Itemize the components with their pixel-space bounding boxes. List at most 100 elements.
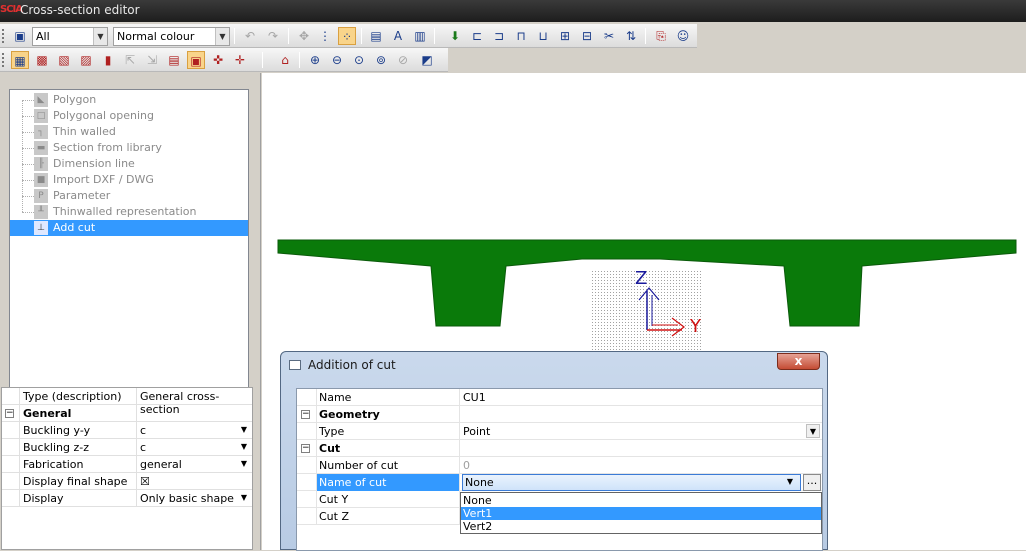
toolbar-grip[interactable]: [2, 53, 5, 67]
section-tool-6-icon[interactable]: ⊟: [578, 27, 596, 45]
pane-splitter[interactable]: [257, 73, 261, 550]
section-tool-7-icon[interactable]: ⇅: [622, 27, 640, 45]
zoom-all-icon[interactable]: ⊚: [372, 51, 390, 69]
chevron-down-icon[interactable]: ▼: [806, 424, 820, 438]
zoom-in-icon[interactable]: ⊕: [306, 51, 324, 69]
property-row-name-of-cut[interactable]: Name of cut None ▼ ...: [297, 474, 822, 491]
section-tool-2-icon[interactable]: ⊐: [490, 27, 508, 45]
name-input[interactable]: CU1: [461, 389, 822, 406]
tree-item-polygonal-opening[interactable]: □ Polygonal opening: [10, 100, 248, 124]
chevron-down-icon[interactable]: ▼: [783, 475, 797, 489]
property-row[interactable]: Buckling z-z c ▼: [2, 439, 252, 456]
chevron-down-icon[interactable]: ▼: [237, 457, 251, 471]
more-options-button[interactable]: ...: [803, 474, 821, 491]
select-tool-5-icon[interactable]: ⇱: [121, 51, 139, 69]
dropdown-option[interactable]: None: [461, 494, 821, 507]
dropdown-option[interactable]: Vert2: [461, 520, 821, 533]
tree-item-thin-walled[interactable]: ┐ Thin walled: [10, 116, 248, 140]
tree-item-dimension-line[interactable]: ╟ Dimension line: [10, 148, 248, 172]
chevron-down-icon[interactable]: ▼: [237, 491, 251, 505]
selection-mode-icon[interactable]: ▦: [11, 51, 29, 69]
crosshair-add-icon[interactable]: ✛: [231, 51, 249, 69]
select-tool-2-icon[interactable]: ▧: [55, 51, 73, 69]
property-value[interactable]: Only basic shape: [138, 490, 252, 507]
grid-icon[interactable]: ⋮: [316, 27, 334, 45]
chevron-down-icon[interactable]: ▼: [237, 440, 251, 454]
home-view-icon[interactable]: ⌂: [276, 51, 294, 69]
tree-item-polygon[interactable]: ◣ Polygon: [10, 92, 248, 108]
title-bar: SCIA Cross-section editor: [0, 0, 1026, 22]
download-icon[interactable]: ⬇: [446, 27, 464, 45]
zoom-previous-icon[interactable]: ⊘: [394, 51, 412, 69]
property-row-type[interactable]: Type Point ▼: [297, 423, 822, 440]
parameter-icon: P: [34, 189, 48, 203]
collapse-icon[interactable]: −: [301, 444, 310, 453]
property-value[interactable]: c: [138, 439, 252, 456]
close-button[interactable]: x: [777, 353, 820, 370]
property-row[interactable]: Fabrication general ▼: [2, 456, 252, 473]
display-final-shape-checkbox[interactable]: ☒: [138, 473, 252, 490]
scissors-icon[interactable]: ✂: [600, 27, 618, 45]
section-tool-3-icon[interactable]: ⊓: [512, 27, 530, 45]
select-tool-8-icon[interactable]: ▣: [187, 51, 205, 69]
property-row[interactable]: Display final shape ☒: [2, 473, 252, 490]
dot-grid-icon[interactable]: ⁘: [338, 27, 356, 45]
property-group-general[interactable]: − General: [2, 405, 252, 422]
chevron-down-icon[interactable]: ▼: [215, 28, 229, 45]
property-row[interactable]: Type (description) General cross-section: [2, 388, 252, 416]
table-icon[interactable]: ▥: [411, 27, 429, 45]
property-group-cut[interactable]: − Cut: [297, 440, 822, 457]
undo-icon[interactable]: ↶: [241, 27, 259, 45]
property-row[interactable]: Display Only basic shape ▼: [2, 490, 252, 507]
property-row[interactable]: Buckling y-y c ▼: [2, 422, 252, 439]
select-tool-6-icon[interactable]: ⇲: [143, 51, 161, 69]
toolbar-separator: [434, 28, 435, 44]
crosshair-icon[interactable]: ✜: [209, 51, 227, 69]
tree-item-section-from-library[interactable]: ▬ Section from library: [10, 132, 248, 156]
properties-icon[interactable]: ▤: [367, 27, 385, 45]
view-3d-icon[interactable]: ◩: [418, 51, 436, 69]
tree-item-label: Parameter: [53, 189, 111, 202]
tree-item-add-cut[interactable]: ⊥ Add cut: [10, 220, 248, 236]
zoom-out-icon[interactable]: ⊖: [328, 51, 346, 69]
property-value[interactable]: general: [138, 456, 252, 473]
select-tool-4-icon[interactable]: ▮: [99, 51, 117, 69]
tree-connector: [22, 212, 34, 213]
tree-item-import-dxf-dwg[interactable]: ■ Import DXF / DWG: [10, 164, 248, 188]
dropdown-option-selected[interactable]: Vert1: [461, 507, 821, 520]
redo-icon[interactable]: ↷: [264, 27, 282, 45]
check-icon[interactable]: ⎘: [652, 27, 670, 45]
move-icon[interactable]: ✥: [295, 27, 313, 45]
tree-item-thinwalled-representation[interactable]: ╨ Thinwalled representation: [10, 196, 248, 220]
name-of-cut-select[interactable]: None ▼: [462, 474, 801, 491]
section-tool-4-icon[interactable]: ⊔: [534, 27, 552, 45]
name-of-cut-dropdown-list: None Vert1 Vert2: [460, 492, 822, 534]
text-icon[interactable]: A: [389, 27, 407, 45]
property-row-number-of-cut[interactable]: Number of cut 0: [297, 457, 822, 474]
type-select[interactable]: Point: [461, 423, 822, 440]
select-tool-3-icon[interactable]: ▨: [77, 51, 95, 69]
collapse-icon[interactable]: −: [5, 409, 14, 418]
toolbar-separator: [262, 52, 263, 68]
chevron-down-icon[interactable]: ▼: [237, 423, 251, 437]
collapse-icon[interactable]: −: [301, 410, 310, 419]
select-tool-1-icon[interactable]: ▩: [33, 51, 51, 69]
property-group-label: Geometry: [316, 406, 460, 423]
toolbar-grip[interactable]: [2, 29, 5, 43]
property-row-name[interactable]: Name CU1: [297, 389, 822, 406]
tree-item-parameter[interactable]: P Parameter: [10, 180, 248, 204]
select-filter-icon[interactable]: ▣: [11, 27, 29, 45]
window-title: Cross-section editor: [20, 3, 140, 17]
property-value[interactable]: c: [138, 422, 252, 439]
filter-select[interactable]: All ▼: [32, 27, 108, 46]
property-group-geometry[interactable]: − Geometry: [297, 406, 822, 423]
property-group-label: Cut: [316, 440, 460, 457]
zoom-window-icon[interactable]: ⊙: [350, 51, 368, 69]
section-tool-5-icon[interactable]: ⊞: [556, 27, 574, 45]
select-tool-7-icon[interactable]: ▤: [165, 51, 183, 69]
property-value[interactable]: General cross-section: [138, 388, 252, 416]
user-icon[interactable]: ☺: [674, 27, 692, 45]
section-tool-1-icon[interactable]: ⊏: [468, 27, 486, 45]
colour-select[interactable]: Normal colour ▼: [113, 27, 230, 46]
chevron-down-icon[interactable]: ▼: [93, 28, 107, 45]
